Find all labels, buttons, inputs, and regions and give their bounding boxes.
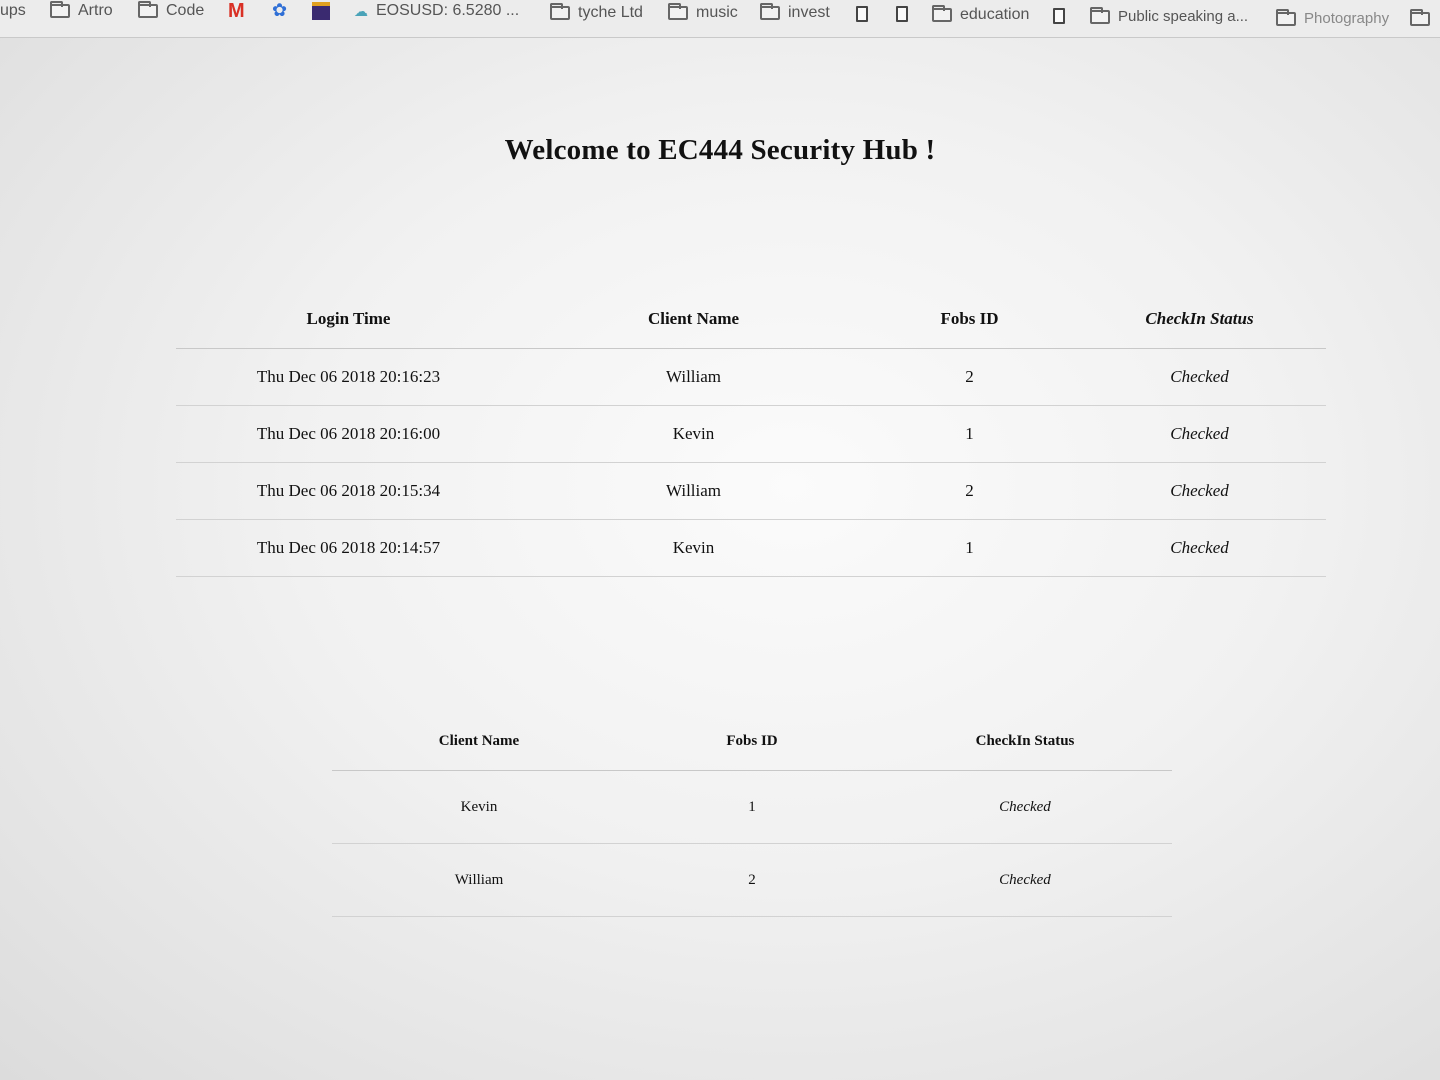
fobs-id-cell: 1 <box>866 519 1073 577</box>
document-icon <box>896 6 908 22</box>
bookmark-music[interactable]: music <box>668 3 738 22</box>
fobs-id-cell: 1 <box>866 405 1073 463</box>
column-header-checkin-status: CheckIn Status <box>1073 290 1326 349</box>
bookmark-label: tyche Ltd <box>578 4 643 21</box>
folder-icon <box>550 3 570 20</box>
bookmark-label: invest <box>788 4 830 21</box>
column-header-fobs-id: Fobs ID <box>866 290 1073 349</box>
checkin-status-cell: Checked <box>1073 405 1326 463</box>
column-header-client-name: Client Name <box>332 712 626 771</box>
document-icon <box>856 6 868 22</box>
login-time-cell: Thu Dec 06 2018 20:16:23 <box>176 348 521 406</box>
table-header-row: Client Name Fobs ID CheckIn Status <box>332 712 1172 771</box>
login-time-cell: Thu Dec 06 2018 20:14:57 <box>176 519 521 577</box>
table-header-row: Login Time Client Name Fobs ID CheckIn S… <box>176 290 1326 349</box>
bookmark-invest[interactable]: invest <box>760 3 830 22</box>
client-status-table: Client Name Fobs ID CheckIn Status Kevin… <box>332 712 1172 917</box>
client-name-cell: William <box>521 348 866 406</box>
bookmark-label: Code <box>166 2 205 19</box>
folder-icon <box>138 1 158 18</box>
table-row: Thu Dec 06 2018 20:15:34 William 2 Check… <box>176 462 1326 520</box>
bookmark-public-speaking[interactable]: Public speaking a... <box>1090 6 1249 25</box>
checkin-status-cell: Checked <box>1073 519 1326 577</box>
app-square-icon <box>312 2 330 20</box>
checkin-status-cell: Checked <box>1073 462 1326 520</box>
bookmark-gmail[interactable]: M <box>228 0 245 23</box>
bookmark-education[interactable]: education <box>932 5 1030 24</box>
fobs-id-cell: 2 <box>866 348 1073 406</box>
client-name-cell: Kevin <box>332 770 626 844</box>
bookmark-label: EOSUSD: 6.5280 ... <box>376 2 520 19</box>
bookmark-doc-3[interactable] <box>1053 8 1065 24</box>
bookmark-label: music <box>696 4 738 21</box>
bookmark-photography[interactable]: Photography <box>1276 8 1390 27</box>
paw-icon: ✿ <box>272 0 288 20</box>
bookmarks-bar: ups Artro Code M ✿ ☁ EOSUSD: 6.5280 ... … <box>0 0 1440 38</box>
client-name-cell: William <box>332 843 626 917</box>
column-header-checkin-status: CheckIn Status <box>878 712 1172 771</box>
client-name-cell: Kevin <box>521 405 866 463</box>
login-time-cell: Thu Dec 06 2018 20:16:00 <box>176 405 521 463</box>
bookmark-doc-1[interactable] <box>856 6 868 22</box>
bookmark-baidu[interactable]: ✿ <box>272 0 287 21</box>
bookmark-artro[interactable]: Artro <box>50 1 113 20</box>
table-row: Thu Dec 06 2018 20:16:00 Kevin 1 Checked <box>176 405 1326 463</box>
fobs-id-cell: 2 <box>866 462 1073 520</box>
bookmark-code[interactable]: Code <box>138 1 205 20</box>
fobs-id-cell: 1 <box>626 770 878 844</box>
client-name-cell: Kevin <box>521 519 866 577</box>
column-header-fobs-id: Fobs ID <box>626 712 878 771</box>
page-title: Welcome to EC444 Security Hub ! <box>504 134 936 166</box>
bookmark-label: education <box>960 6 1030 23</box>
document-icon <box>1053 8 1065 24</box>
column-header-login-time: Login Time <box>176 290 521 349</box>
checkin-status-cell: Checked <box>878 770 1172 844</box>
bookmark-more-folder[interactable] <box>1410 9 1430 26</box>
gmail-icon: M <box>228 0 245 22</box>
login-history-table: Login Time Client Name Fobs ID CheckIn S… <box>176 290 1326 577</box>
folder-icon <box>1090 6 1110 24</box>
checkin-status-cell: Checked <box>1073 348 1326 406</box>
table-row: Thu Dec 06 2018 20:14:57 Kevin 1 Checked <box>176 519 1326 577</box>
bookmark-tyche-ltd[interactable]: tyche Ltd <box>550 3 643 22</box>
table-row: Thu Dec 06 2018 20:16:23 William 2 Check… <box>176 348 1326 406</box>
folder-icon <box>1410 9 1430 26</box>
cloud-icon: ☁ <box>354 2 368 19</box>
bookmark-label: Artro <box>78 2 113 19</box>
folder-icon <box>760 3 780 20</box>
fobs-id-cell: 2 <box>626 843 878 917</box>
bookmark-label: Photography <box>1304 10 1390 27</box>
bookmark-label: ups <box>0 2 26 19</box>
login-time-cell: Thu Dec 06 2018 20:15:34 <box>176 462 521 520</box>
bookmark-ups[interactable]: ups <box>0 2 26 20</box>
folder-icon <box>668 3 688 20</box>
bookmark-doc-2[interactable] <box>896 6 908 22</box>
table-row: William 2 Checked <box>332 843 1172 917</box>
folder-icon <box>50 1 70 18</box>
table-row: Kevin 1 Checked <box>332 770 1172 844</box>
bookmark-eosusd[interactable]: ☁ EOSUSD: 6.5280 ... <box>354 2 519 20</box>
column-header-client-name: Client Name <box>521 290 866 349</box>
client-name-cell: William <box>521 462 866 520</box>
folder-icon <box>1276 8 1296 26</box>
bookmark-app[interactable] <box>312 2 330 20</box>
checkin-status-cell: Checked <box>878 843 1172 917</box>
folder-icon <box>932 5 952 22</box>
bookmark-label: Public speaking a... <box>1118 8 1249 25</box>
